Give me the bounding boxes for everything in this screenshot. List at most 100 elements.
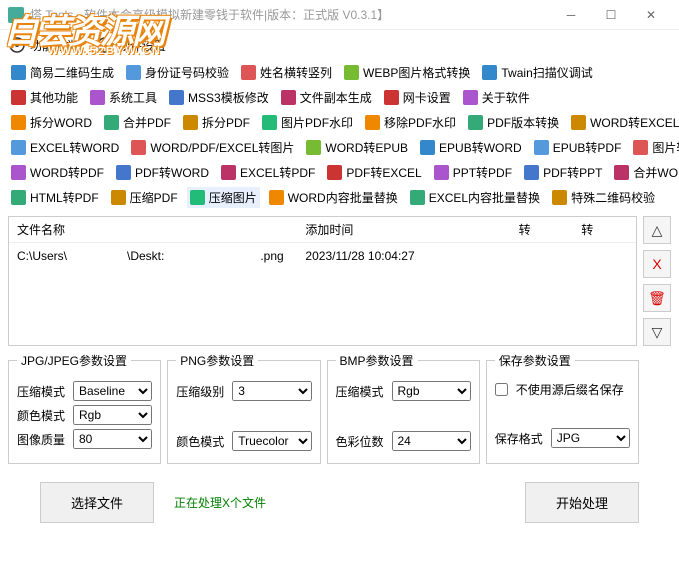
bmp-legend: BMP参数设置	[336, 352, 418, 369]
tab-label: PDF转WORD	[135, 164, 209, 181]
tab-row3-0[interactable]: 拆分WORD	[8, 112, 95, 133]
tab-row2-5[interactable]: 关于软件	[460, 87, 533, 108]
bmp-bits-select[interactable]: 24	[392, 431, 471, 451]
tab-icon	[11, 115, 26, 130]
tab-label: EPUB转WORD	[439, 139, 522, 156]
tab-row3-3[interactable]: 图片PDF水印	[259, 112, 356, 133]
tab-row5-2[interactable]: EXCEL转PDF	[218, 162, 318, 183]
jpg-color-label: 颜色模式	[17, 407, 69, 424]
col-addtime[interactable]: 添加时间	[297, 217, 510, 243]
clear-button[interactable]: 🗑	[643, 284, 671, 312]
menu-settings[interactable]: 软件设置	[96, 36, 166, 54]
jpg-mode-label: 压缩模式	[17, 383, 69, 400]
table-row[interactable]: C:\Users\ \Deskt: .png 2023/11/28 10:04:…	[9, 243, 636, 269]
close-button[interactable]: ✕	[631, 3, 671, 27]
save-ext-checkbox[interactable]	[495, 383, 508, 396]
minimize-button[interactable]: ─	[551, 3, 591, 27]
tab-row4-0[interactable]: EXCEL转WORD	[8, 137, 122, 158]
tab-row5-1[interactable]: PDF转WORD	[113, 162, 212, 183]
col-conv1[interactable]: 转	[511, 217, 574, 243]
tab-row3-4[interactable]: 移除PDF水印	[362, 112, 459, 133]
tab-row4-3[interactable]: EPUB转WORD	[417, 137, 525, 158]
move-down-button[interactable]: ▽	[643, 318, 671, 346]
tab-icon	[327, 165, 342, 180]
tab-icon	[11, 140, 26, 155]
tab-row3-5[interactable]: PDF版本转换	[465, 112, 562, 133]
tab-label: PPT转PDF	[453, 164, 512, 181]
tab-row4-4[interactable]: EPUB转PDF	[531, 137, 625, 158]
jpg-quality-label: 图像质量	[17, 431, 69, 448]
tab-row5-6[interactable]: 合并WORD	[611, 162, 679, 183]
menu-category[interactable]: 功能分类	[8, 36, 78, 54]
tab-row3-1[interactable]: 合并PDF	[101, 112, 174, 133]
save-fmt-label: 保存格式	[495, 430, 547, 447]
tab-label: EXCEL转WORD	[30, 139, 119, 156]
tab-row5-5[interactable]: PDF转PPT	[521, 162, 605, 183]
bmp-mode-select[interactable]: Rgb	[392, 381, 471, 401]
col-filename[interactable]: 文件名称	[9, 217, 297, 243]
png-color-select[interactable]: Truecolor	[232, 431, 311, 451]
tab-icon	[11, 190, 26, 205]
tab-label: 姓名横转竖列	[260, 64, 332, 81]
tab-label: 合并WORD	[633, 164, 679, 181]
tab-label: 网卡设置	[403, 89, 451, 106]
col-conv2[interactable]: 转	[573, 217, 636, 243]
tab-row5-4[interactable]: PPT转PDF	[431, 162, 515, 183]
tab-label: 压缩PDF	[130, 189, 178, 206]
select-file-button[interactable]: 选择文件	[40, 482, 154, 523]
tab-icon	[552, 190, 567, 205]
tab-row2-1[interactable]: 系统工具	[87, 87, 160, 108]
start-button[interactable]: 开始处理	[525, 482, 639, 523]
tab-row3-2[interactable]: 拆分PDF	[180, 112, 253, 133]
tab-label: EXCEL转PDF	[240, 164, 315, 181]
save-fmt-select[interactable]: JPG	[551, 428, 630, 448]
tab-label: WORD转EXCEL	[590, 114, 679, 131]
maximize-button[interactable]: ☐	[591, 3, 631, 27]
tab-row4-5[interactable]: 图片转PDF	[630, 137, 679, 158]
jpg-color-select[interactable]: Rgb	[73, 405, 152, 425]
menu-settings-label: 软件设置	[118, 37, 166, 54]
jpg-quality-select[interactable]: 80	[73, 429, 152, 449]
tab-icon	[410, 190, 425, 205]
tab-icon	[190, 190, 205, 205]
tab-icon	[344, 65, 359, 80]
tab-icon	[104, 115, 119, 130]
tab-row4-1[interactable]: WORD/PDF/EXCEL转图片	[128, 137, 297, 158]
tab-icon	[183, 115, 198, 130]
tab-icon	[90, 90, 105, 105]
tab-row6-5[interactable]: 特殊二维码校验	[549, 187, 658, 208]
tab-label: WEBP图片格式转换	[363, 64, 470, 81]
png-level-label: 压缩级别	[176, 383, 228, 400]
tab-icon	[571, 115, 586, 130]
tab-label: MSS3模板修改	[188, 89, 269, 106]
tab-row5-3[interactable]: PDF转EXCEL	[324, 162, 424, 183]
tab-row5-0[interactable]: WORD转PDF	[8, 162, 107, 183]
tab-label: 特殊二维码校验	[571, 189, 655, 206]
tab-label: 压缩图片	[209, 189, 257, 206]
tab-row1-1[interactable]: 身份证号码校验	[123, 62, 232, 83]
tab-row6-0[interactable]: HTML转PDF	[8, 187, 102, 208]
tab-row1-3[interactable]: WEBP图片格式转换	[341, 62, 473, 83]
tab-icon	[468, 115, 483, 130]
jpg-mode-select[interactable]: Baseline	[73, 381, 152, 401]
tab-row2-3[interactable]: 文件副本生成	[278, 87, 375, 108]
tab-row6-4[interactable]: EXCEL内容批量替换	[407, 187, 543, 208]
tab-row1-0[interactable]: 简易二维码生成	[8, 62, 117, 83]
tab-row1-4[interactable]: Twain扫描仪调试	[479, 62, 595, 83]
tab-row2-4[interactable]: 网卡设置	[381, 87, 454, 108]
tab-label: WORD/PDF/EXCEL转图片	[150, 139, 294, 156]
tab-row2-2[interactable]: MSS3模板修改	[166, 87, 272, 108]
move-up-button[interactable]: △	[643, 216, 671, 244]
tab-row2-0[interactable]: 其他功能	[8, 87, 81, 108]
delete-button[interactable]: X	[643, 250, 671, 278]
tab-label: HTML转PDF	[30, 189, 99, 206]
tab-row6-3[interactable]: WORD内容批量替换	[266, 187, 401, 208]
tab-row6-2[interactable]: 压缩图片	[187, 187, 260, 208]
tab-row1-2[interactable]: 姓名横转竖列	[238, 62, 335, 83]
tab-row3-6[interactable]: WORD转EXCEL	[568, 112, 679, 133]
tab-row4-2[interactable]: WORD转EPUB	[303, 137, 411, 158]
file-list[interactable]: 文件名称 添加时间 转 转 C:\Users\ \Deskt: .png 202…	[8, 216, 637, 346]
tab-row6-1[interactable]: 压缩PDF	[108, 187, 181, 208]
png-level-select[interactable]: 3	[232, 381, 311, 401]
jpg-params: JPG/JPEG参数设置 压缩模式Baseline 颜色模式Rgb 图像质量80	[8, 352, 161, 464]
